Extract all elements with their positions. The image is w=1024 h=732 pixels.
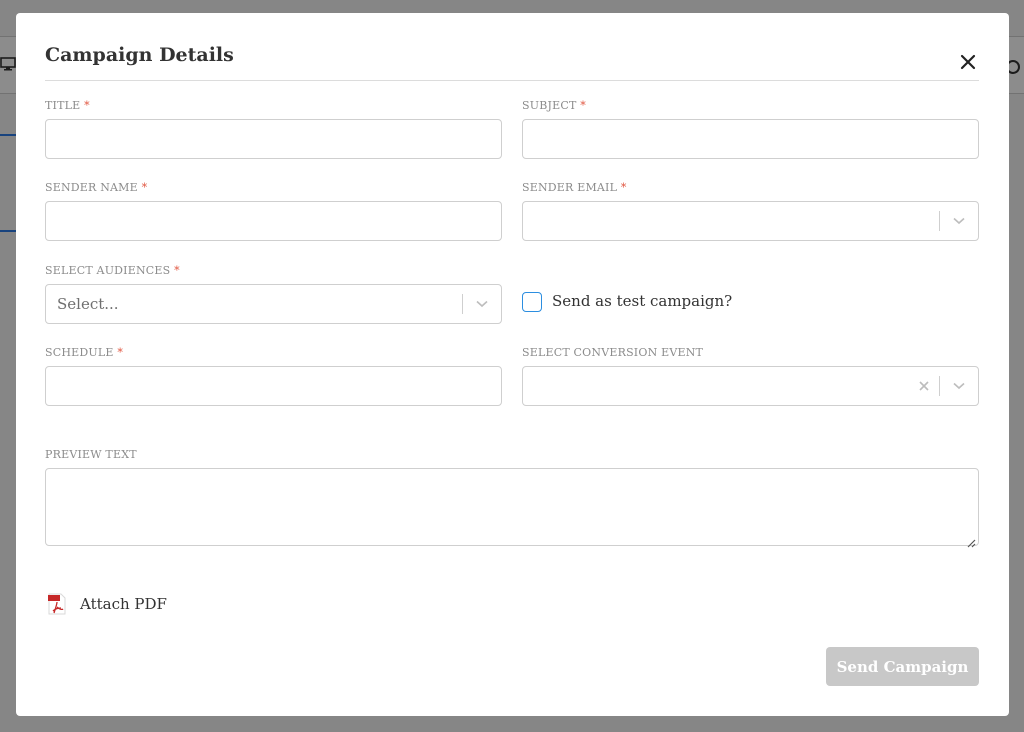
preview-text-textarea[interactable]: [45, 468, 979, 548]
attach-pdf-label: Attach PDF: [80, 595, 167, 613]
title-input[interactable]: [45, 119, 502, 159]
schedule-label: SCHEDULE *: [45, 346, 124, 359]
chevron-down-icon[interactable]: [948, 217, 970, 225]
sender-email-label: SENDER EMAIL *: [522, 181, 627, 194]
schedule-input[interactable]: [45, 366, 502, 406]
preview-text-label: PREVIEW TEXT: [45, 448, 137, 461]
select-indicators: [454, 285, 501, 323]
campaign-details-modal: Campaign Details TITLE * SUBJECT * SENDE…: [16, 13, 1009, 716]
sender-name-input[interactable]: [45, 201, 502, 241]
indicator-separator: [939, 211, 940, 231]
attach-pdf-button[interactable]: Attach PDF: [47, 593, 167, 615]
indicator-separator: [462, 294, 463, 314]
send-campaign-button[interactable]: Send Campaign: [826, 647, 979, 686]
title-label: TITLE *: [45, 99, 90, 112]
subject-input[interactable]: [522, 119, 979, 159]
clear-icon[interactable]: [917, 381, 931, 391]
chevron-down-icon[interactable]: [948, 382, 970, 390]
subject-label: SUBJECT *: [522, 99, 586, 112]
close-icon[interactable]: [959, 53, 977, 71]
modal-header: Campaign Details: [45, 13, 979, 81]
pdf-icon: [47, 593, 67, 615]
audiences-placeholder: Select...: [57, 295, 119, 313]
test-campaign-label[interactable]: Send as test campaign?: [552, 292, 732, 310]
sender-email-select[interactable]: [522, 201, 979, 241]
select-indicators: [917, 367, 978, 405]
chevron-down-icon[interactable]: [471, 300, 493, 308]
audiences-select[interactable]: Select...: [45, 284, 502, 324]
test-campaign-checkbox[interactable]: [522, 292, 542, 312]
select-indicators: [931, 202, 978, 240]
audiences-label: SELECT AUDIENCES *: [45, 264, 180, 277]
modal-title: Campaign Details: [45, 44, 234, 66]
resize-handle-icon[interactable]: [966, 533, 976, 548]
conversion-event-label: SELECT CONVERSION EVENT: [522, 346, 704, 359]
conversion-event-select[interactable]: [522, 366, 979, 406]
sender-name-label: SENDER NAME *: [45, 181, 148, 194]
indicator-separator: [939, 376, 940, 396]
